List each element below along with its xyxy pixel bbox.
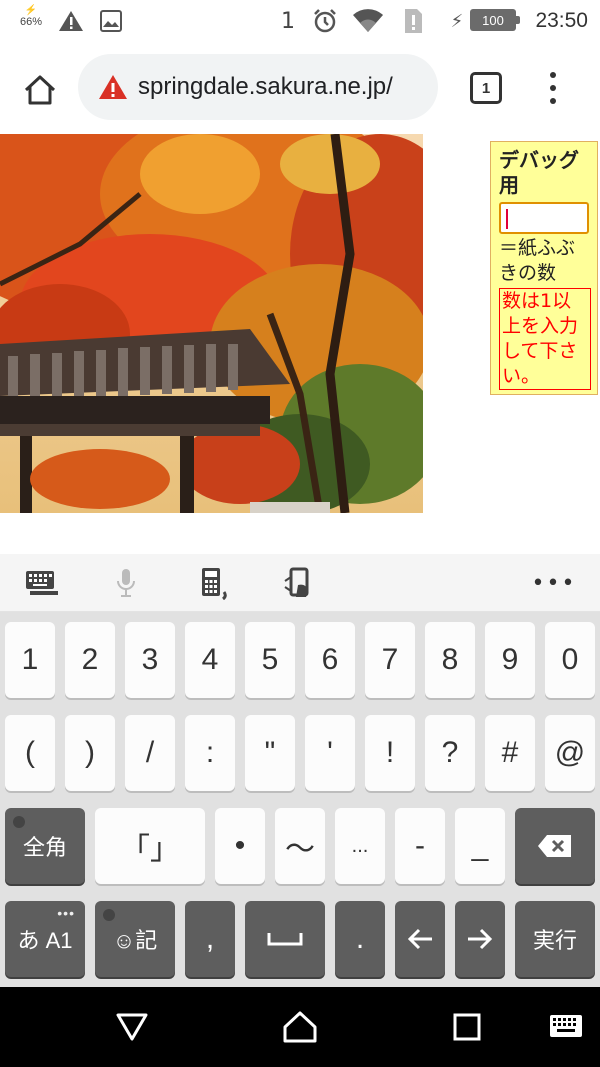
open-corner-bracket: 「 xyxy=(120,833,150,866)
recents-icon[interactable] xyxy=(447,1007,487,1047)
close-corner-bracket: 」 xyxy=(150,833,180,866)
no-sim-icon xyxy=(400,0,426,42)
backspace-icon xyxy=(538,835,571,857)
more-options-icon[interactable]: ••• xyxy=(532,564,575,602)
key-at[interactable]: @ xyxy=(545,715,595,791)
key-open-paren[interactable]: ( xyxy=(5,715,55,791)
one-hand-mode-icon[interactable] xyxy=(278,564,318,602)
key-period[interactable]: . xyxy=(335,901,385,977)
navigation-bar xyxy=(0,987,600,1067)
signal-digit: 1 xyxy=(281,8,295,34)
battery-saver-indicator: ⚡ 66% xyxy=(19,5,43,29)
key-7[interactable]: 7 xyxy=(365,622,415,698)
back-icon[interactable] xyxy=(112,1007,152,1047)
home-button[interactable] xyxy=(16,66,64,114)
confetti-count-input[interactable] xyxy=(499,202,589,234)
more-dots: ••• xyxy=(57,905,75,921)
status-bar: ⚡ 66% 1 ⚡ 100 23:50 xyxy=(0,0,600,42)
key-wave-dash[interactable]: 〜 xyxy=(275,808,325,884)
home-nav-icon[interactable] xyxy=(280,1007,320,1047)
key-middle-dot[interactable]: • xyxy=(215,808,265,884)
key-0[interactable]: 0 xyxy=(545,622,595,698)
key-hint-dot xyxy=(103,909,115,921)
key-8[interactable]: 8 xyxy=(425,622,475,698)
key-1[interactable]: 1 xyxy=(5,622,55,698)
key-2[interactable]: 2 xyxy=(65,622,115,698)
device-screen: ⚡ 66% 1 ⚡ 100 23:50 springdale.sakura.ne… xyxy=(0,0,600,1067)
key-5[interactable]: 5 xyxy=(245,622,295,698)
tab-switcher-button[interactable]: 1 xyxy=(470,72,502,104)
home-icon xyxy=(24,75,56,105)
clock: 23:50 xyxy=(535,9,588,32)
key-9[interactable]: 9 xyxy=(485,622,535,698)
key-hash[interactable]: # xyxy=(485,715,535,791)
key-exclamation[interactable]: ! xyxy=(365,715,415,791)
input-mode-key[interactable]: ••• あ A1 xyxy=(5,901,85,977)
enter-key[interactable]: 実行 xyxy=(515,901,595,977)
input-mode-label: あ A1 xyxy=(17,928,73,953)
backspace-key[interactable] xyxy=(515,808,595,884)
space-icon xyxy=(267,933,303,946)
web-content: デバッグ用 ＝紙ふぶきの数 数は1以上を入力して下さい。 xyxy=(0,134,600,554)
arrow-right-icon xyxy=(468,928,493,950)
full-width-toggle-key[interactable]: 全角 xyxy=(5,808,85,884)
key-ellipsis[interactable]: ... xyxy=(335,808,385,884)
key-close-paren[interactable]: ) xyxy=(65,715,115,791)
key-colon[interactable]: : xyxy=(185,715,235,791)
key-double-quote[interactable]: " xyxy=(245,715,295,791)
tab-count: 1 xyxy=(481,79,491,97)
key-corner-brackets[interactable]: 「」 xyxy=(95,808,205,884)
key-3[interactable]: 3 xyxy=(125,622,175,698)
alarm-icon xyxy=(308,0,342,42)
key-question[interactable]: ? xyxy=(425,715,475,791)
overflow-menu-button[interactable] xyxy=(538,68,568,108)
confetti-count-label: ＝紙ふぶきの数 xyxy=(499,237,576,284)
url-text: springdale.sakura.ne.jp/ xyxy=(138,73,393,100)
debug-title: デバッグ用 xyxy=(499,148,579,197)
emoji-key[interactable]: ☺記 xyxy=(95,901,175,977)
autumn-temple-photo xyxy=(0,134,423,513)
arrow-left-icon xyxy=(407,928,432,950)
key-hint-dot xyxy=(13,816,25,828)
keyboard-toolbar: ••• xyxy=(0,554,600,612)
cursor-right-key[interactable] xyxy=(455,901,505,977)
validation-error-message: 数は1以上を入力して下さい。 xyxy=(499,288,591,390)
keyboard-hide-icon[interactable] xyxy=(546,1007,586,1047)
wifi-icon xyxy=(350,0,386,42)
key-comma[interactable]: , xyxy=(185,901,235,977)
key-6[interactable]: 6 xyxy=(305,622,355,698)
address-bar[interactable]: springdale.sakura.ne.jp/ xyxy=(78,54,438,120)
key-slash[interactable]: / xyxy=(125,715,175,791)
image-icon xyxy=(96,0,126,42)
not-secure-warning-icon xyxy=(99,75,127,99)
key-underscore[interactable]: _ xyxy=(455,808,505,884)
keyboard: 1 2 3 4 5 6 7 8 9 0 ( ) / : " ' ! ? # @ … xyxy=(0,612,600,987)
keypad-mode-icon[interactable] xyxy=(194,564,234,602)
alert-icon xyxy=(54,0,88,42)
space-key[interactable] xyxy=(245,901,325,977)
full-width-label: 全角 xyxy=(22,835,67,860)
key-4[interactable]: 4 xyxy=(185,622,235,698)
battery-icon: 100 xyxy=(470,9,520,31)
key-hyphen[interactable]: - xyxy=(395,808,445,884)
emoji-label: ☺記 xyxy=(112,928,158,953)
voice-input-icon[interactable] xyxy=(106,564,146,602)
browser-toolbar: springdale.sakura.ne.jp/ 1 xyxy=(0,42,600,134)
keyboard-switch-icon[interactable] xyxy=(22,564,62,602)
cursor-left-key[interactable] xyxy=(395,901,445,977)
charging-icon: ⚡ xyxy=(450,10,464,32)
debug-panel: デバッグ用 ＝紙ふぶきの数 数は1以上を入力して下さい。 xyxy=(490,141,598,395)
key-single-quote[interactable]: ' xyxy=(305,715,355,791)
